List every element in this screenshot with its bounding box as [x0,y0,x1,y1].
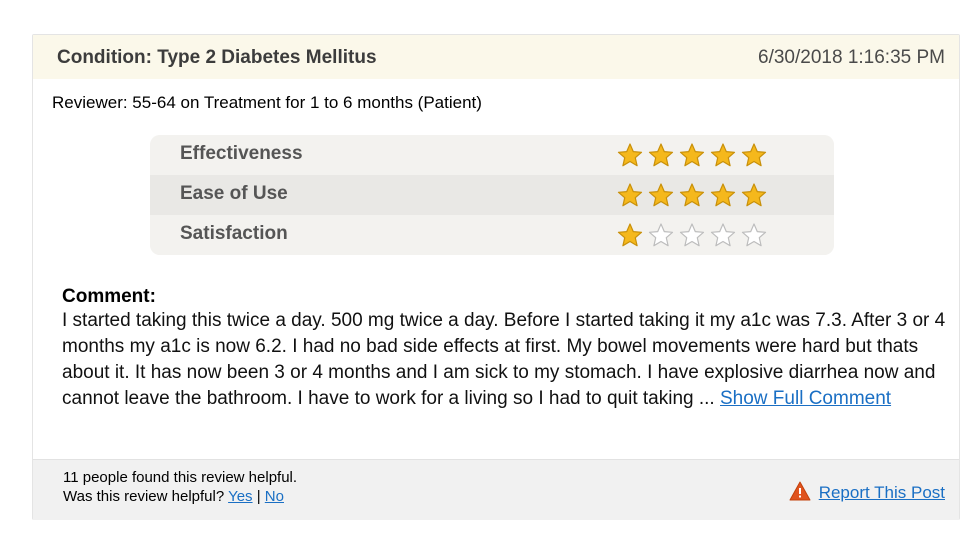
star-rating [616,222,771,248]
star-filled-icon [678,142,706,168]
ratings-table: Effectiveness Ease of Use Satisfaction [150,135,834,255]
rating-row-ease-of-use: Ease of Use [150,175,834,215]
reviewer-info: Reviewer: 55-64 on Treatment for 1 to 6 … [52,93,482,112]
star-filled-icon [616,142,644,168]
report-section: Report This Post [789,481,945,503]
report-post-link[interactable]: Report This Post [819,483,945,502]
helpful-separator: | [252,488,265,505]
rating-label: Ease of Use [180,183,288,204]
star-empty-icon [709,222,737,248]
star-empty-icon [647,222,675,248]
rating-row-satisfaction: Satisfaction [150,215,834,255]
rating-label: Satisfaction [180,223,288,244]
star-filled-icon [740,142,768,168]
helpful-yes-link[interactable]: Yes [228,488,252,505]
review-card: Condition: Type 2 Diabetes Mellitus 6/30… [32,34,960,520]
show-full-comment-link[interactable]: Show Full Comment [720,388,891,409]
review-footer: 11 people found this review helpful. Was… [33,459,959,520]
helpful-question: Was this review helpful? [63,488,229,505]
helpful-count: 11 people found this review helpful. [63,469,298,486]
comment-body: I started taking this twice a day. 500 m… [62,308,952,412]
helpful-section: 11 people found this review helpful. Was… [63,468,297,506]
star-filled-icon [740,182,768,208]
star-filled-icon [647,182,675,208]
review-date: 6/30/2018 1:16:35 PM [758,47,945,68]
star-empty-icon [678,222,706,248]
star-rating [616,142,771,168]
comment-heading: Comment: [62,286,156,307]
rating-label: Effectiveness [180,143,303,164]
star-filled-icon [678,182,706,208]
star-filled-icon [709,182,737,208]
star-filled-icon [616,222,644,248]
review-header: Condition: Type 2 Diabetes Mellitus 6/30… [33,35,959,79]
star-rating [616,182,771,208]
warning-icon [789,481,811,501]
rating-row-effectiveness: Effectiveness [150,135,834,175]
helpful-no-link[interactable]: No [265,488,284,505]
star-empty-icon [740,222,768,248]
condition-title: Condition: Type 2 Diabetes Mellitus [57,47,377,68]
star-filled-icon [647,142,675,168]
star-filled-icon [616,182,644,208]
star-filled-icon [709,142,737,168]
helpful-question-line: Was this review helpful? Yes | No [63,487,297,506]
